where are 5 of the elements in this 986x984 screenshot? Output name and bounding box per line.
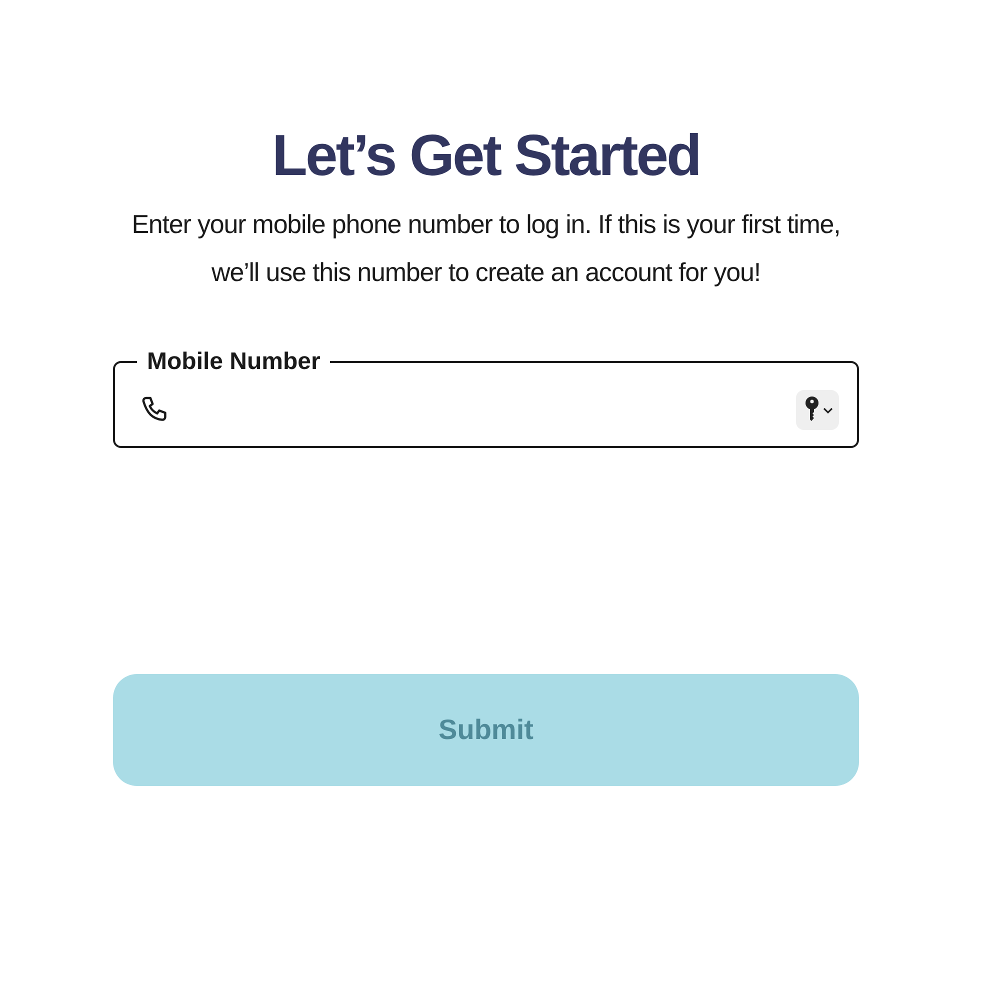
page-heading: Let’s Get Started	[272, 122, 700, 190]
key-menu-button[interactable]	[796, 390, 839, 430]
intro-text: Enter your mobile phone number to log in. If this is your first time, we’ll use this number to create an account for you!	[130, 208, 842, 289]
field-label: Mobile Number	[146, 348, 322, 376]
caret-icon	[823, 406, 833, 414]
